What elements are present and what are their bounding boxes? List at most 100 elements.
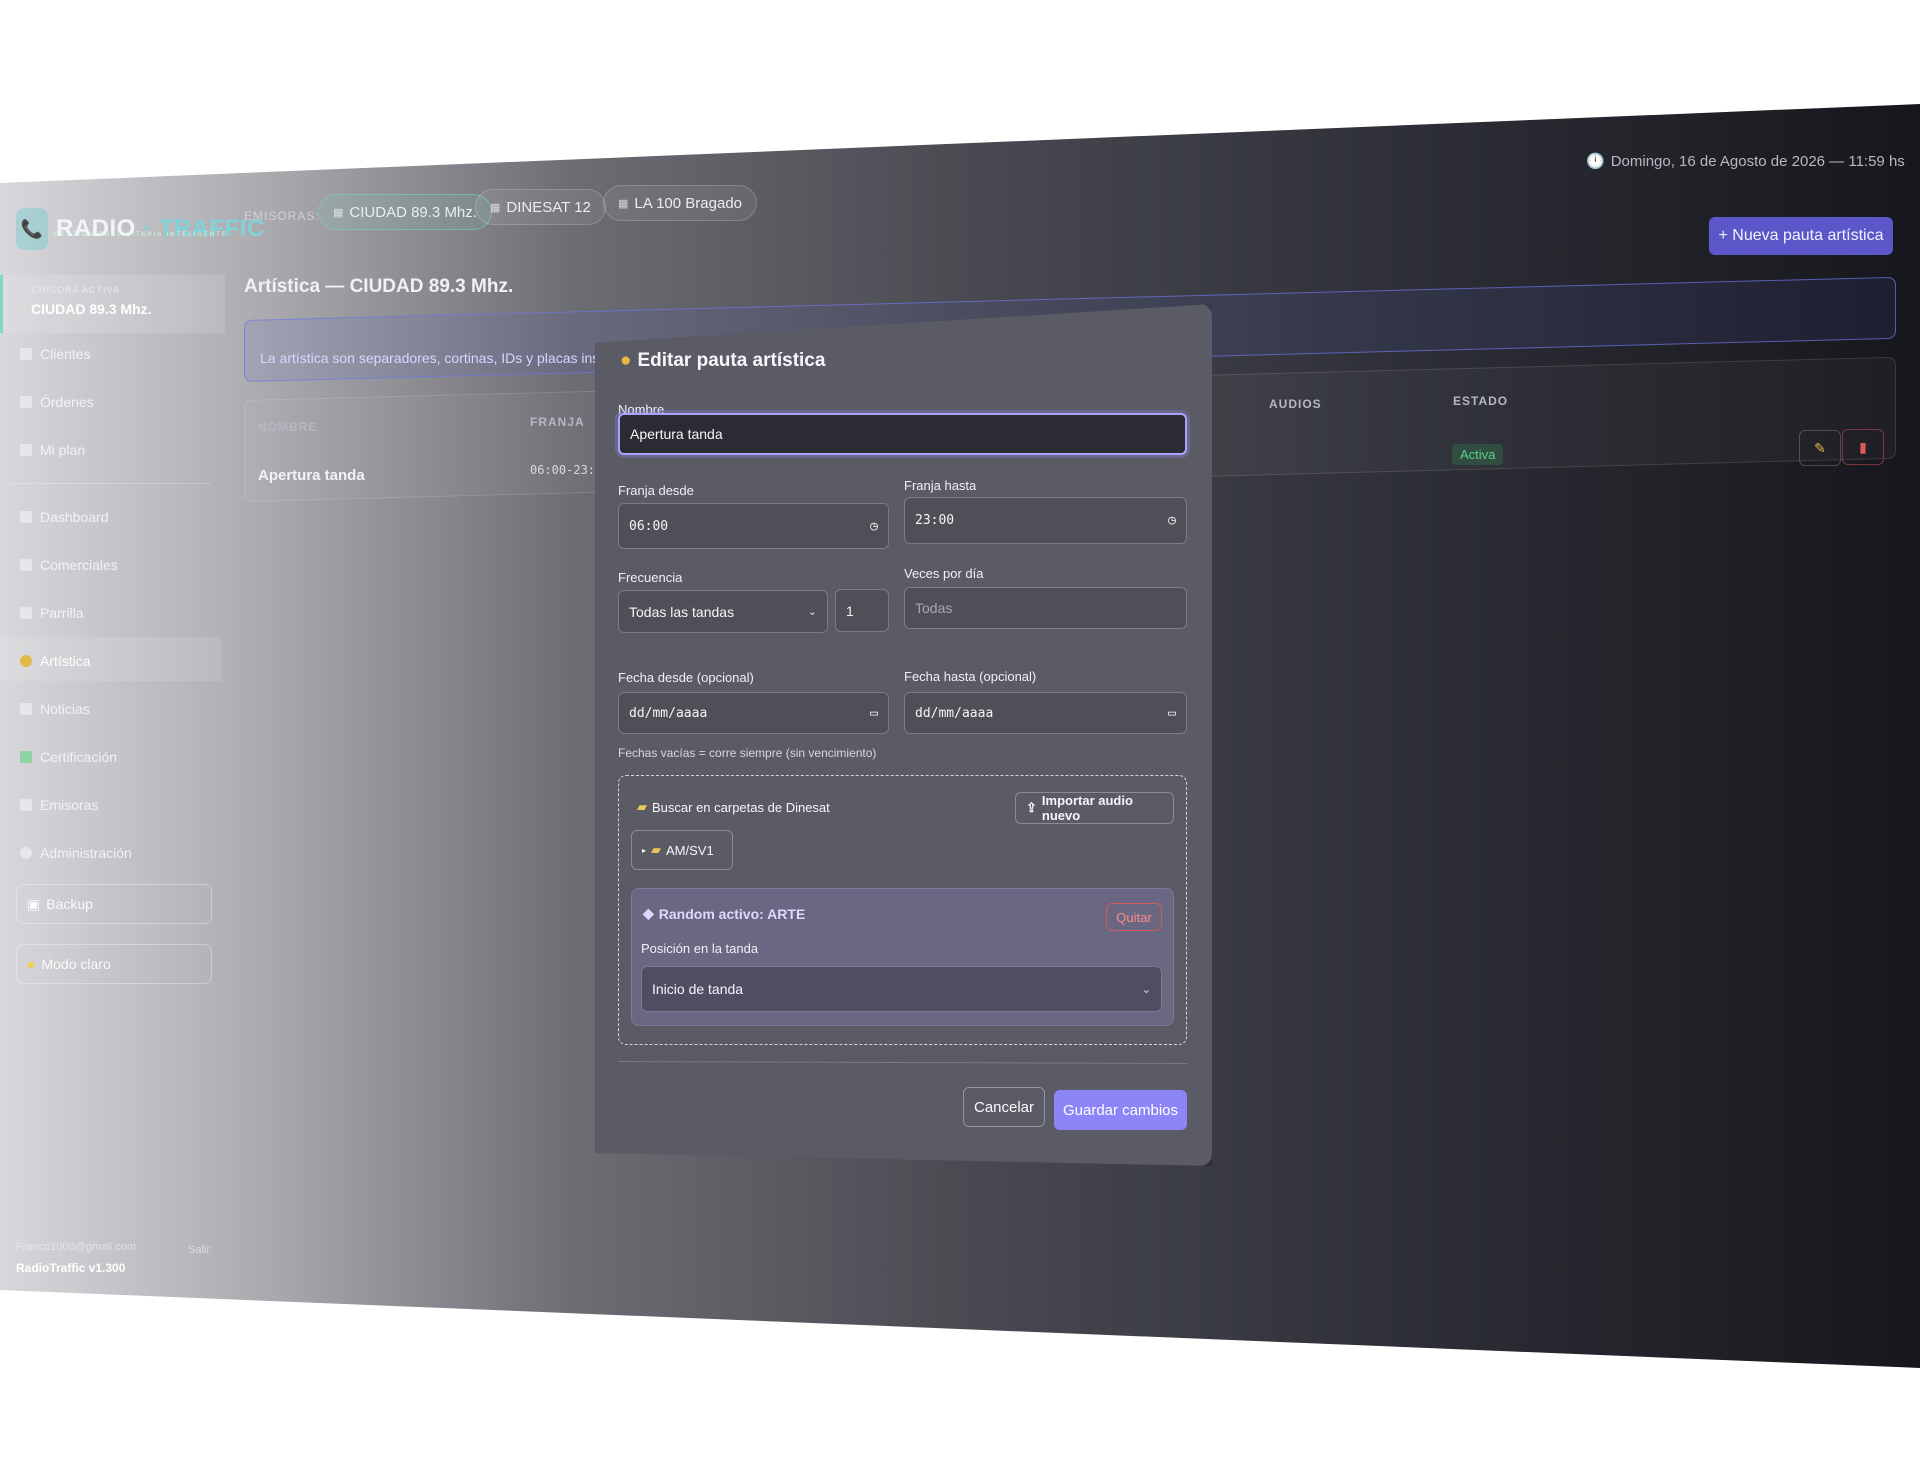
veces-placeholder: Todas xyxy=(915,600,953,616)
sidebar-item-mi-plan[interactable]: Mi plan xyxy=(20,442,85,458)
antenna-icon xyxy=(20,799,32,811)
folder-label: AM/SV1 xyxy=(666,842,714,858)
station-chip-la100[interactable]: ▦ LA 100 Bragado xyxy=(603,185,757,221)
sidebar-item-label: Administración xyxy=(40,845,132,861)
modal-title: ● Editar pauta artística xyxy=(620,350,825,372)
sidebar-item-parrilla[interactable]: Parrilla xyxy=(20,605,84,621)
franja-desde-label: Franja desde xyxy=(618,483,694,498)
chevron-down-icon: ⌄ xyxy=(807,606,817,618)
cancel-button[interactable]: Cancelar xyxy=(963,1087,1045,1127)
app-version: RadioTraffic v1.300 xyxy=(16,1261,126,1275)
frecuencia-select[interactable]: Todas las tandas ⌄ xyxy=(618,590,828,633)
pencil-icon: ✎ xyxy=(1814,439,1826,456)
page-title: Artística — CIUDAD 89.3 Mhz. xyxy=(244,276,514,297)
dashboard-icon xyxy=(20,511,32,523)
new-pauta-button[interactable]: + Nueva pauta artística xyxy=(1709,217,1893,255)
station-chip-label: LA 100 Bragado xyxy=(634,194,742,212)
datetime: 🕛 Domingo, 16 de Agosto de 2026 — 11:59 … xyxy=(1586,152,1905,171)
sidebar-item-noticias[interactable]: Noticias xyxy=(20,701,90,717)
clock-icon: ◷ xyxy=(1168,513,1176,528)
nombre-value: Apertura tanda xyxy=(630,426,723,442)
status-badge: Activa xyxy=(1452,444,1504,465)
plan-icon xyxy=(20,444,32,456)
veces-label: Veces por día xyxy=(904,566,984,581)
clock-icon: 🕛 xyxy=(1586,153,1605,170)
check-icon xyxy=(20,751,32,763)
importar-label: Importar audio nuevo xyxy=(1041,793,1133,823)
backup-label: Backup xyxy=(46,896,93,912)
buscar-label: Buscar en carpetas de Dinesat xyxy=(652,799,830,815)
fecha-hasta-placeholder: dd/mm/aaaa xyxy=(915,705,994,721)
fecha-desde-placeholder: dd/mm/aaaa xyxy=(629,705,708,721)
fecha-hasta-input[interactable]: dd/mm/aaaa ▭ xyxy=(904,692,1187,734)
posicion-label: Posición en la tanda xyxy=(641,941,759,956)
logo-text: RADIO · TRAFFIC xyxy=(56,215,265,243)
sidebar-item-clientes[interactable]: Clientes xyxy=(20,346,91,362)
music-icon xyxy=(20,559,32,571)
veces-input[interactable]: Todas xyxy=(904,587,1187,629)
folder-icon: ▰ xyxy=(637,799,647,814)
franja-desde-input[interactable]: 06:00 ◷ xyxy=(618,503,889,549)
fechas-hint: Fechas vacías = corre siempre (sin venci… xyxy=(618,746,877,760)
sidebar-item-label: Dashboard xyxy=(40,509,109,525)
sidebar-item-label: Noticias xyxy=(40,701,90,717)
random-title: ◆ Random activo: ARTE xyxy=(643,905,805,922)
sidebar-item-ordenes[interactable]: Órdenes xyxy=(20,394,94,410)
frecuencia-value: Todas las tandas xyxy=(629,603,735,620)
nombre-input[interactable]: Apertura tanda xyxy=(618,413,1187,455)
trash-icon: ▮ xyxy=(1859,438,1867,455)
save-icon: ▣ xyxy=(27,895,41,912)
delete-button[interactable]: ▮ xyxy=(1842,429,1884,465)
chevron-down-icon: ⌄ xyxy=(1141,983,1151,996)
datetime-text: Domingo, 16 de Agosto de 2026 — 11:59 hs xyxy=(1610,152,1905,170)
user-email: Franco1000@gmail.com xyxy=(16,1241,136,1253)
importar-audio-button[interactable]: ⇪ Importar audio nuevo xyxy=(1015,792,1174,824)
sidebar-item-label: Certificación xyxy=(40,749,118,765)
chevron-right-icon: ▸ xyxy=(642,845,647,855)
palette-icon xyxy=(20,655,32,667)
sidebar-item-administracion[interactable]: Administración xyxy=(20,845,132,861)
active-station-caption: EMISORA ACTIVA xyxy=(31,285,120,295)
fecha-desde-label: Fecha desde (opcional) xyxy=(618,670,754,685)
station-chip-dinesat[interactable]: ▦ DINESAT 12 xyxy=(475,189,606,225)
sidebar-item-label: Artística xyxy=(40,653,91,669)
column-header-franja: FRANJA xyxy=(530,415,585,429)
franja-hasta-input[interactable]: 23:00 ◷ xyxy=(904,497,1187,544)
logout-link[interactable]: Salir xyxy=(188,1244,210,1256)
column-header-audios: AUDIOS xyxy=(1269,397,1322,411)
clock-icon: ◷ xyxy=(870,518,878,534)
random-title-text: Random activo: ARTE xyxy=(658,905,806,922)
sun-icon: ● xyxy=(27,956,36,972)
table-cell-nombre: Apertura tanda xyxy=(258,467,365,484)
app-window: 📞 RADIO · TRAFFIC GESTIÓN PUBLICITARIA I… xyxy=(0,104,1920,1368)
posicion-select[interactable]: Inicio de tanda ⌄ xyxy=(641,966,1162,1012)
franja-desde-value: 06:00 xyxy=(629,518,669,534)
logo-tagline: GESTIÓN PUBLICITARIA INTELIGENTE xyxy=(54,232,228,238)
sidebar-item-artistica[interactable]: Artística xyxy=(20,653,91,669)
station-chip-ciudad[interactable]: ▦ CIUDAD 89.3 Mhz. xyxy=(318,194,492,230)
edit-button[interactable]: ✎ xyxy=(1799,430,1841,466)
frecuencia-number-input[interactable]: 1 xyxy=(835,589,889,632)
news-icon xyxy=(20,703,32,715)
folder-am-sv1[interactable]: ▸ ▰ AM/SV1 xyxy=(631,830,733,870)
document-icon xyxy=(20,396,32,408)
sidebar-item-dashboard[interactable]: Dashboard xyxy=(20,509,109,525)
sidebar-active-station: EMISORA ACTIVA CIUDAD 89.3 Mhz. xyxy=(0,275,225,333)
sidebar-item-certificacion[interactable]: Certificación xyxy=(20,749,117,765)
radio-icon: ▦ xyxy=(333,206,344,219)
theme-toggle[interactable]: ● Modo claro xyxy=(16,944,212,984)
sidebar-item-label: Comerciales xyxy=(40,557,118,573)
quitar-button[interactable]: Quitar xyxy=(1106,903,1162,931)
fecha-desde-input[interactable]: dd/mm/aaaa ▭ xyxy=(618,692,889,734)
frecuencia-label: Frecuencia xyxy=(618,570,683,585)
dice-icon: ◆ xyxy=(643,905,654,921)
backup-button[interactable]: ▣ Backup xyxy=(16,884,212,924)
save-button[interactable]: Guardar cambios xyxy=(1054,1090,1187,1130)
calendar-icon: ▭ xyxy=(1168,705,1176,721)
sidebar-item-emisoras[interactable]: Emisoras xyxy=(20,797,98,813)
radio-icon: ▦ xyxy=(490,201,501,214)
sidebar-item-label: Emisoras xyxy=(40,797,99,813)
buscar-carpetas-button[interactable]: ▰ Buscar en carpetas de Dinesat xyxy=(627,793,840,821)
calendar-icon xyxy=(20,607,32,619)
sidebar-item-comerciales[interactable]: Comerciales xyxy=(20,557,118,573)
